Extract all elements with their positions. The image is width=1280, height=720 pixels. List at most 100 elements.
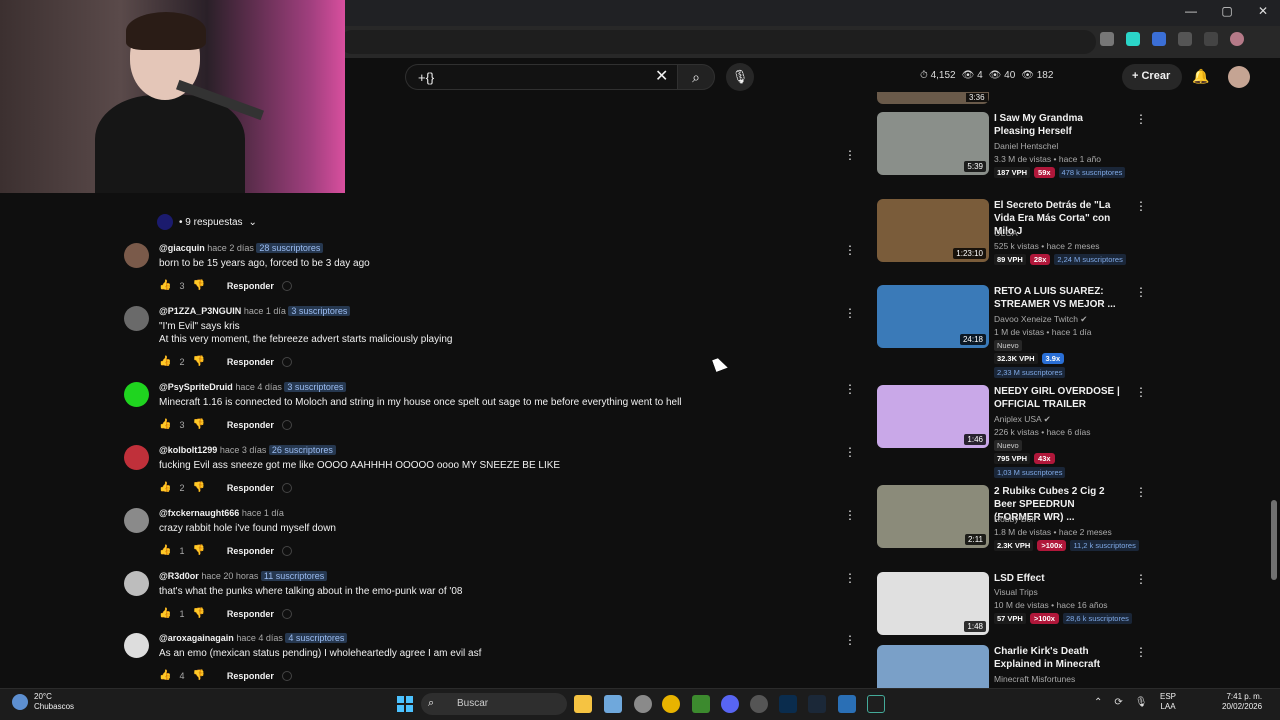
close-window-button[interactable]: ✕ xyxy=(1256,4,1270,18)
thumbs-up-icon[interactable]: 👍 xyxy=(159,356,171,367)
clock[interactable]: 7:41 p. m. 20/02/2026 xyxy=(1222,692,1262,712)
weather-widget[interactable]: 20°C Chubascos xyxy=(12,692,74,712)
thumbs-up-icon[interactable]: 👍 xyxy=(159,608,171,619)
translate-icon[interactable] xyxy=(281,280,292,291)
thumbs-down-icon[interactable]: 👎 xyxy=(192,670,204,681)
search-input[interactable]: +{} xyxy=(405,64,677,90)
comment-time[interactable]: hace 4 días xyxy=(235,382,282,392)
bell-icon[interactable]: 🔔 xyxy=(1192,68,1209,85)
video-thumbnail[interactable]: 1:46 xyxy=(877,385,989,448)
more-options-icon[interactable]: ⋮ xyxy=(1135,385,1147,399)
more-options-icon[interactable]: ⋮ xyxy=(844,243,856,257)
more-options-icon[interactable]: ⋮ xyxy=(844,382,856,396)
avatar[interactable] xyxy=(124,306,149,331)
translate-icon[interactable] xyxy=(281,482,292,493)
translate-icon[interactable] xyxy=(281,545,292,556)
minecraft-icon[interactable] xyxy=(692,695,710,713)
more-options-icon[interactable]: ⋮ xyxy=(1135,199,1147,213)
avatar[interactable] xyxy=(1228,66,1250,88)
avatar[interactable] xyxy=(124,382,149,407)
more-options-icon[interactable]: ⋮ xyxy=(844,306,856,320)
app-icon[interactable] xyxy=(604,695,622,713)
video-title[interactable]: Charlie Kirk's Death Explained in Minecr… xyxy=(994,645,1124,671)
channel-name[interactable]: Minecraft Misfortunes xyxy=(994,674,1075,684)
settings-gear-icon[interactable] xyxy=(634,695,652,713)
video-title[interactable]: LSD Effect xyxy=(994,572,1124,585)
avatar[interactable] xyxy=(124,243,149,268)
scrollbar[interactable] xyxy=(1271,500,1277,580)
comment-author[interactable]: @kolbolt1299 xyxy=(159,445,217,455)
translate-icon[interactable] xyxy=(281,356,292,367)
channel-name[interactable]: Aniplex USA ✔ xyxy=(994,414,1051,425)
video-thumbnail[interactable]: 1:48 xyxy=(877,572,989,635)
translate-icon[interactable] xyxy=(281,670,292,681)
comment-author[interactable]: @P1ZZA_P3NGUIN xyxy=(159,306,241,316)
clear-search-icon[interactable]: ✕ xyxy=(655,66,668,86)
language-indicator[interactable]: ESP LAA xyxy=(1160,692,1176,712)
chevron-up-icon[interactable]: ⌃ xyxy=(1094,697,1102,708)
chrome-icon[interactable] xyxy=(662,695,680,713)
replies-toggle[interactable]: • 9 respuestas ⌄ xyxy=(157,214,257,230)
comment-author[interactable]: @fxckernaught666 xyxy=(159,508,239,518)
channel-name[interactable]: Visual Trips xyxy=(994,587,1038,597)
reading-list-icon[interactable] xyxy=(1204,32,1218,46)
reply-button[interactable]: Responder xyxy=(227,420,274,430)
comment-time[interactable]: hace 4 días xyxy=(236,633,283,643)
video-title[interactable]: RETO A LUIS SUAREZ: STREAMER VS MEJOR ..… xyxy=(994,285,1124,311)
profile-icon[interactable] xyxy=(1230,32,1244,46)
comment-time[interactable]: hace 1 día xyxy=(244,306,286,316)
thumbs-down-icon[interactable]: 👎 xyxy=(192,280,204,291)
thumbs-up-icon[interactable]: 👍 xyxy=(159,482,171,493)
taskbar-search[interactable]: Buscar xyxy=(421,693,567,715)
comment-author[interactable]: @giacquin xyxy=(159,243,205,253)
more-options-icon[interactable]: ⋮ xyxy=(1135,112,1147,126)
thumbs-down-icon[interactable]: 👎 xyxy=(192,482,204,493)
channel-name[interactable]: Robby Bolt xyxy=(994,514,1036,524)
mic-icon[interactable]: 🎙 xyxy=(726,63,754,91)
reply-button[interactable]: Responder xyxy=(227,609,274,619)
omnibox[interactable] xyxy=(340,30,1096,54)
extension-icon[interactable] xyxy=(1152,32,1166,46)
reply-button[interactable]: Responder xyxy=(227,483,274,493)
more-options-icon[interactable]: ⋮ xyxy=(844,445,856,459)
thumbs-up-icon[interactable]: 👍 xyxy=(159,545,171,556)
avatar[interactable] xyxy=(124,445,149,470)
thumbs-up-icon[interactable]: 👍 xyxy=(159,670,171,681)
translate-icon[interactable] xyxy=(281,419,292,430)
translate-icon[interactable] xyxy=(281,608,292,619)
video-thumbnail[interactable]: 1:23:10 xyxy=(877,199,989,262)
network-icon[interactable]: ⟳ xyxy=(1114,697,1122,708)
thumbs-down-icon[interactable]: 👎 xyxy=(192,356,204,367)
more-options-icon[interactable]: ⋮ xyxy=(844,571,856,585)
video-thumbnail[interactable]: 24:18 xyxy=(877,285,989,348)
mic-icon[interactable]: 🎙 xyxy=(1135,697,1148,708)
video-thumbnail[interactable]: 2:11 xyxy=(877,485,989,548)
comment-time[interactable]: hace 1 día xyxy=(242,508,284,518)
maximize-button[interactable]: ▢ xyxy=(1220,4,1234,18)
video-title[interactable]: I Saw My Grandma Pleasing Herself xyxy=(994,112,1124,138)
app-icon[interactable] xyxy=(838,695,856,713)
comment-author[interactable]: @R3d0or xyxy=(159,571,199,581)
more-options-icon[interactable]: ⋮ xyxy=(1135,485,1147,499)
minimize-button[interactable]: — xyxy=(1184,4,1198,18)
reply-button[interactable]: Responder xyxy=(227,357,274,367)
thumbs-up-icon[interactable]: 👍 xyxy=(159,280,171,291)
more-options-icon[interactable]: ⋮ xyxy=(1135,285,1147,299)
comment-author[interactable]: @aroxagainagain xyxy=(159,633,234,643)
more-options-icon[interactable]: ⋮ xyxy=(844,508,856,522)
create-button[interactable]: + Crear xyxy=(1122,64,1182,90)
more-options-icon[interactable]: ⋮ xyxy=(1135,645,1147,659)
search-button[interactable]: ⌕ xyxy=(677,64,715,90)
obs-icon[interactable] xyxy=(750,695,768,713)
photoshop-icon[interactable] xyxy=(779,695,797,713)
comment-time[interactable]: hace 2 días xyxy=(207,243,254,253)
extension-icon[interactable] xyxy=(1100,32,1114,46)
avatar[interactable] xyxy=(124,508,149,533)
more-options-icon[interactable]: ⋮ xyxy=(1135,572,1147,586)
avatar[interactable] xyxy=(124,633,149,658)
thumbs-up-icon[interactable]: 👍 xyxy=(159,419,171,430)
comment-time[interactable]: hace 20 horas xyxy=(201,571,258,581)
thumbs-down-icon[interactable]: 👎 xyxy=(192,545,204,556)
start-button[interactable] xyxy=(397,696,413,712)
thumbs-down-icon[interactable]: 👎 xyxy=(192,419,204,430)
